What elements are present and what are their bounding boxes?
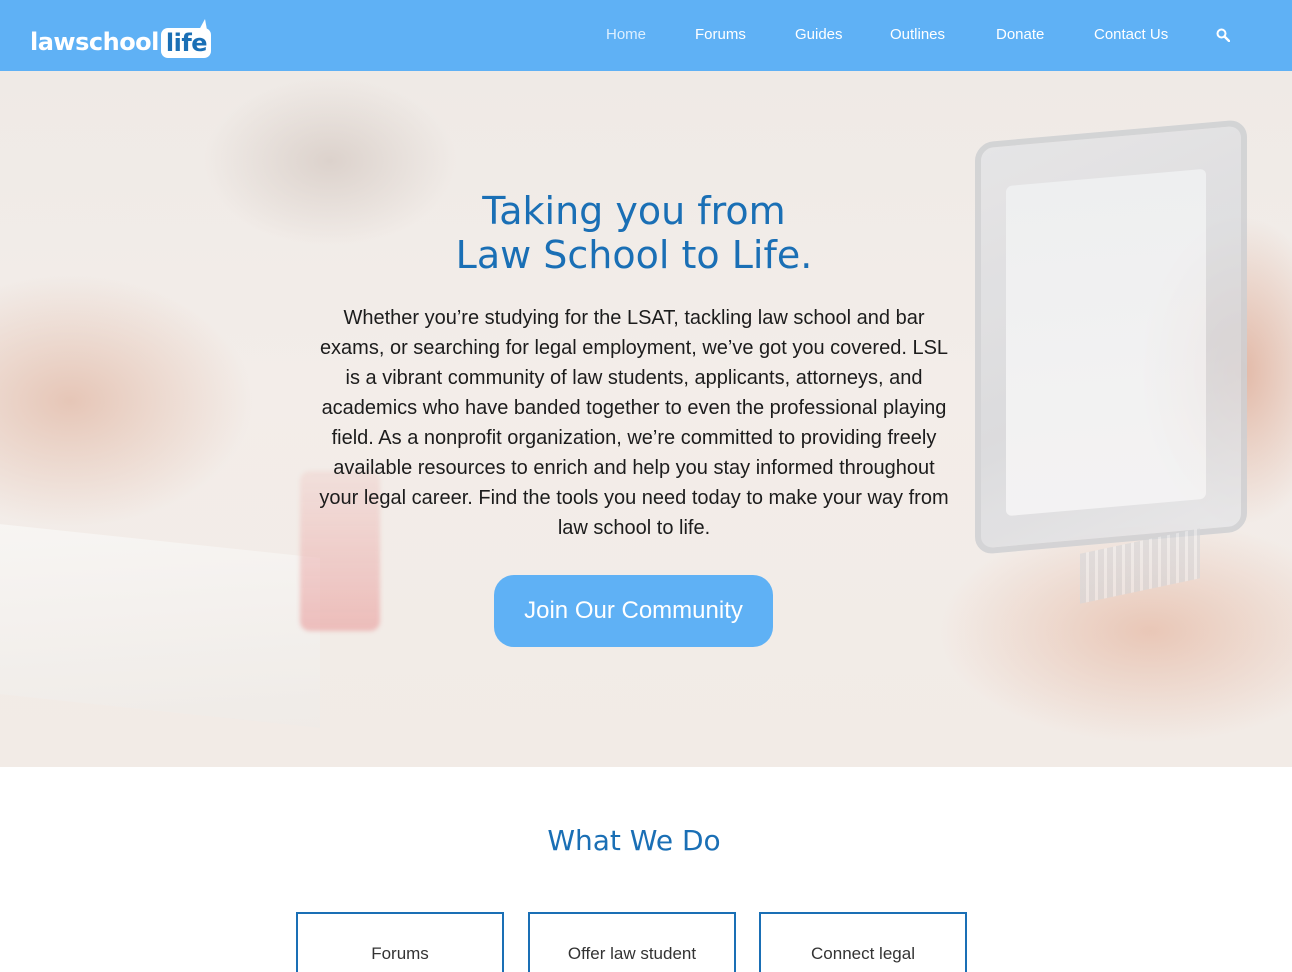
main-nav: Home Forums Guides Outlines Donate Conta… [0,0,1292,71]
nav-home[interactable]: Home [606,26,646,43]
nav-guides[interactable]: Guides [795,26,843,43]
site-header: lawschool life Home Forums Guides Outlin… [0,0,1292,71]
search-icon[interactable] [1216,27,1231,46]
join-community-button[interactable]: Join Our Community [494,575,773,647]
feature-card-forums[interactable]: Forums [296,912,504,972]
nav-outlines[interactable]: Outlines [890,26,945,43]
hero-title-line1: Taking you from [482,189,786,233]
nav-contact-us[interactable]: Contact Us [1094,26,1168,43]
feature-card-label: Connect legal [811,944,915,963]
feature-card-connect[interactable]: Connect legal [759,912,967,972]
nav-donate[interactable]: Donate [996,26,1044,43]
what-we-do-title: What We Do [547,824,721,857]
hero-background-laptop [975,119,1247,555]
hero-background-paper [0,524,320,728]
nav-forums[interactable]: Forums [695,26,746,43]
feature-card-label: Forums [371,944,429,963]
feature-card-law-student[interactable]: Offer law student [528,912,736,972]
hero-section: Taking you from Law School to Life. Whet… [0,71,1292,767]
hero-description: Whether you’re studying for the LSAT, ta… [319,307,949,539]
hero-title-line2: Law School to Life. [455,233,813,277]
hero-title: Taking you from Law School to Life. [0,189,1268,277]
feature-card-label: Offer law student [567,944,697,963]
